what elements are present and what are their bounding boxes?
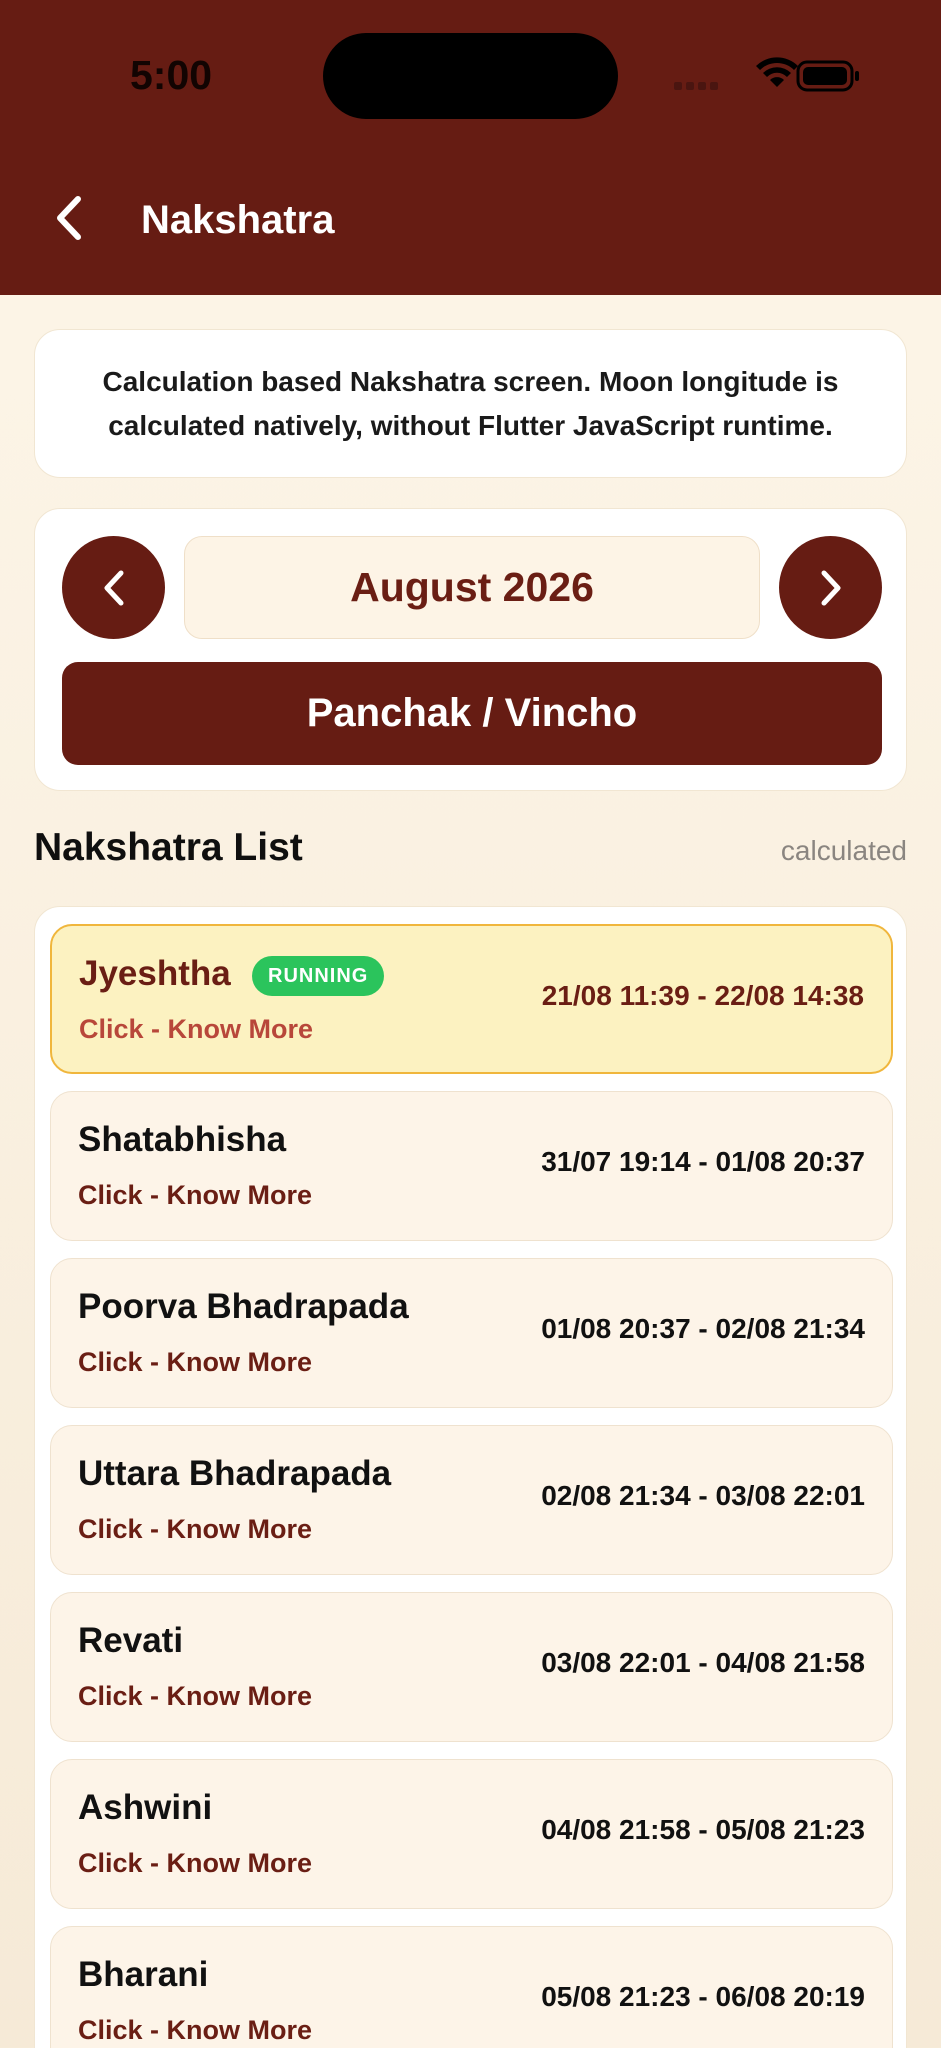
month-label: August 2026: [184, 536, 760, 639]
item-time-range: 03/08 22:01 - 04/08 21:58: [541, 1647, 865, 1678]
signal-icon: [674, 82, 718, 90]
know-more-link[interactable]: Click - Know More: [78, 1514, 312, 1545]
list-item[interactable]: Shatabhisha Click - Know More 31/07 19:1…: [50, 1091, 893, 1241]
month-selector-card: August 2026 Panchak / Vincho: [34, 508, 907, 791]
item-name: Jyeshtha: [79, 954, 231, 993]
prev-month-button[interactable]: [62, 536, 165, 639]
chevron-left-icon: [57, 196, 81, 240]
next-month-button[interactable]: [779, 536, 882, 639]
wifi-icon: [756, 57, 798, 87]
item-name: Bharani: [78, 1955, 209, 1994]
know-more-link[interactable]: Click - Know More: [78, 1347, 312, 1378]
list-item[interactable]: Ashwini Click - Know More 04/08 21:58 - …: [50, 1759, 893, 1909]
item-name: Shatabhisha: [78, 1120, 287, 1159]
list-item[interactable]: Revati Click - Know More 03/08 22:01 - 0…: [50, 1592, 893, 1742]
list-item[interactable]: Poorva Bhadrapada Click - Know More 01/0…: [50, 1258, 893, 1408]
info-card: Calculation based Nakshatra screen. Moon…: [34, 329, 907, 478]
back-button[interactable]: [44, 193, 94, 243]
item-time-range: 02/08 21:34 - 03/08 22:01: [541, 1480, 865, 1511]
battery-icon: [796, 60, 859, 92]
running-badge: RUNNING: [252, 956, 385, 996]
status-time: 5:00: [130, 52, 213, 98]
list-item[interactable]: Jyeshtha RUNNING Click - Know More 21/08…: [50, 924, 893, 1074]
info-text: Calculation based Nakshatra screen. Moon…: [102, 365, 839, 441]
item-time-range: 21/08 11:39 - 22/08 14:38: [541, 980, 864, 1011]
list-item[interactable]: Uttara Bhadrapada Click - Know More 02/0…: [50, 1425, 893, 1575]
nakshatra-list: Jyeshtha RUNNING Click - Know More 21/08…: [34, 906, 907, 2048]
know-more-link[interactable]: Click - Know More: [79, 1014, 313, 1045]
section-title: Nakshatra List: [34, 826, 303, 869]
chevron-left-icon: [104, 570, 123, 605]
page-title: Nakshatra: [141, 198, 335, 242]
item-name: Poorva Bhadrapada: [78, 1287, 409, 1326]
item-time-range: 04/08 21:58 - 05/08 21:23: [541, 1814, 865, 1845]
item-time-range: 01/08 20:37 - 02/08 21:34: [541, 1313, 865, 1344]
section-meta: calculated: [780, 835, 907, 866]
know-more-link[interactable]: Click - Know More: [78, 1180, 312, 1211]
item-time-range: 31/07 19:14 - 01/08 20:37: [541, 1146, 865, 1177]
dynamic-island: [323, 33, 618, 119]
know-more-link[interactable]: Click - Know More: [78, 1681, 312, 1712]
item-name: Uttara Bhadrapada: [78, 1454, 392, 1493]
app-header: 5:00 Nakshatra: [0, 0, 941, 295]
chevron-right-icon: [821, 570, 840, 605]
item-name: Revati: [78, 1621, 184, 1660]
list-item[interactable]: Bharani Click - Know More 05/08 21:23 - …: [50, 1926, 893, 2048]
item-time-range: 05/08 21:23 - 06/08 20:19: [541, 1981, 865, 2012]
know-more-link[interactable]: Click - Know More: [78, 2015, 312, 2046]
panchak-vincho-button[interactable]: Panchak / Vincho: [62, 662, 882, 765]
know-more-link[interactable]: Click - Know More: [78, 1848, 312, 1879]
item-name: Ashwini: [78, 1788, 213, 1827]
status-icons: [672, 56, 862, 96]
